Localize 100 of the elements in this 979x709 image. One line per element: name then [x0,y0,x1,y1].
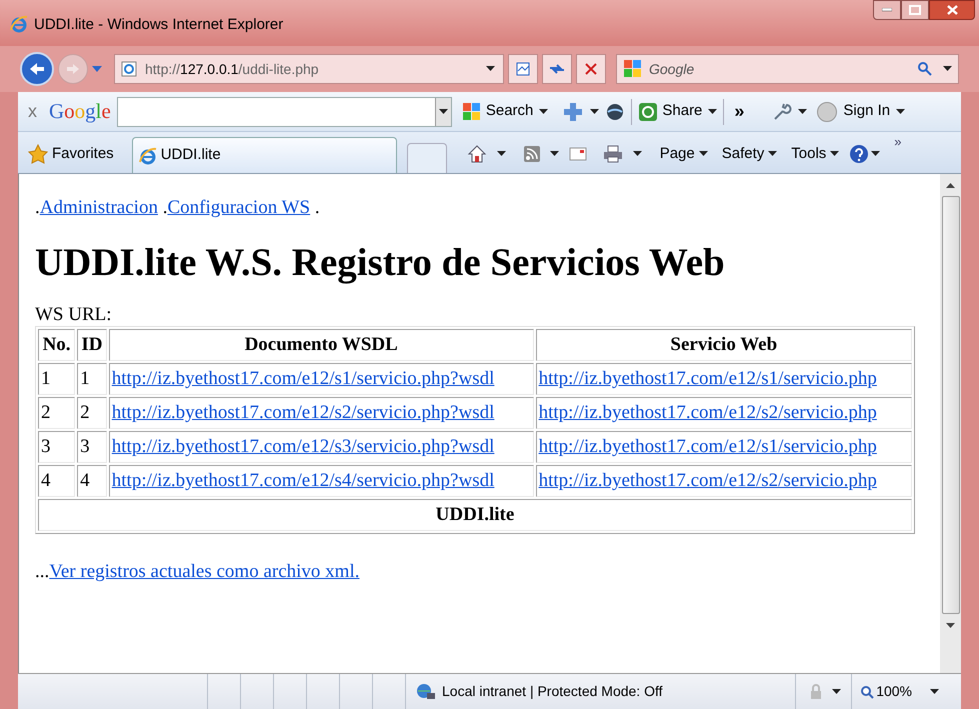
page-heading: UDDI.lite W.S. Registro de Servicios Web [35,240,726,286]
globe-icon[interactable] [605,102,626,122]
table-footer: UDDI.lite [38,499,912,531]
dropdown-arrow-icon[interactable] [930,688,939,694]
dropdown-arrow-icon[interactable] [768,151,778,157]
dropdown-arrow-icon[interactable] [590,108,600,114]
address-text: http://127.0.0.1/uddi-lite.php [145,60,319,79]
close-icon [946,5,958,15]
link-cell[interactable]: http://iz.byethost17.com/e12/s1/servicio.php [536,363,912,395]
window-title: UDDI.lite - Windows Internet Explorer [34,15,284,35]
star-icon [28,144,48,164]
search-icon[interactable] [917,61,933,77]
nav-text: .Administracion .Configuracion WS . [35,196,321,220]
table-cell: 4 [77,465,107,497]
search-button[interactable]: Search [462,100,534,123]
ws-url-label: WS URL: [35,304,113,326]
close-toolbar-button[interactable]: x [28,98,37,125]
avatar-icon [817,102,838,122]
table-cell: 2 [77,397,107,429]
dropdown-arrow-icon[interactable] [632,151,642,157]
google-logo-icon [462,102,482,122]
table-cell: 3 [38,431,76,463]
share-button[interactable]: Share [638,100,702,123]
dropdown-arrow-icon[interactable] [438,108,448,114]
column-header: No. [38,329,76,361]
dropdown-arrow-icon[interactable] [832,688,842,694]
footer-text: ...Ver registros actuales como archivo xml. [35,560,360,584]
dropdown-arrow-icon[interactable] [539,108,548,114]
overflow-button[interactable]: » [894,135,902,149]
link-cell[interactable]: http://iz.byethost17.com/e12/s2/servicio.php [536,465,912,497]
column-header: ID [77,329,107,361]
close-button[interactable] [929,0,975,20]
scrollbar[interactable] [940,174,961,673]
column-header: Servicio Web [536,329,912,361]
stop-icon [585,63,597,75]
back-button[interactable] [20,52,54,86]
table-cell: 3 [77,431,107,463]
dropdown-arrow-icon[interactable] [698,151,708,157]
google-logo-icon [623,59,643,79]
dropdown-arrow-icon[interactable] [486,66,495,72]
table-cell: 1 [77,363,107,395]
refresh-button[interactable] [542,54,572,84]
page-icon [121,61,137,77]
dropdown-arrow-icon[interactable] [896,108,906,114]
link-cell[interactable]: http://iz.byethost17.com/e12/s2/servicio.php?wsdl [108,397,534,429]
dropdown-arrow-icon[interactable] [830,151,840,157]
link-cell[interactable]: http://iz.byethost17.com/e12/s4/servicio.php?wsdl [108,465,534,497]
back-arrow-icon [29,62,45,76]
menu-button[interactable]: Page [660,142,708,166]
scroll-down-icon[interactable] [946,622,955,628]
nav-link[interactable]: Administracion [40,197,158,218]
dropdown-arrow-icon[interactable] [708,108,718,114]
xml-link[interactable]: Ver registros actuales como archivo xml. [49,561,360,582]
search-input[interactable]: Google [649,58,917,80]
dropdown-arrow-icon[interactable] [943,66,952,72]
globe-computer-icon [416,682,436,700]
minimize-button[interactable] [873,0,901,20]
minimize-icon [882,8,892,12]
sign-in-button[interactable]: Sign In [817,100,890,123]
table-cell: 2 [38,397,76,429]
link-cell[interactable]: http://iz.byethost17.com/e12/s3/servicio.php?wsdl [108,431,534,463]
google-search-field[interactable] [116,96,452,126]
scroll-up-icon[interactable] [946,182,955,188]
compatibility-button[interactable] [508,54,538,84]
more-button[interactable]: » [734,98,744,125]
link-cell[interactable]: http://iz.byethost17.com/e12/s1/servicio.php [536,431,912,463]
zoom-button[interactable]: 100% [851,674,961,709]
browser-logo-icon [10,15,28,33]
menu-button[interactable]: Tools [791,142,840,166]
stop-button[interactable] [576,54,606,84]
dropdown-arrow-icon[interactable] [550,151,559,157]
home-icon[interactable] [466,144,487,164]
printer-icon[interactable] [602,145,623,163]
help-icon [849,144,870,164]
browser-logo-icon [138,146,157,164]
security-zone-text: Local intranet | Protected Mode: Off [442,682,662,701]
dropdown-arrow-icon[interactable] [496,151,506,157]
google-logo: Google [49,98,111,125]
menu-button[interactable]: Safety [722,142,778,166]
maximize-button[interactable] [901,0,929,20]
maximize-icon [909,5,921,15]
magnifier-icon [860,684,874,698]
browser-tab[interactable]: UDDI.lite [132,137,397,173]
forward-arrow-icon [66,63,80,75]
column-header: Documento WSDL [108,329,534,361]
help-button[interactable] [849,144,880,164]
table-cell: 4 [38,465,76,497]
nav-link[interactable]: Configuracion WS [167,197,310,218]
plus-icon[interactable] [562,100,584,122]
dropdown-arrow-icon[interactable] [798,108,808,114]
link-cell[interactable]: http://iz.byethost17.com/e12/s2/servicio.php [536,397,912,429]
feed-icon[interactable] [524,146,540,162]
search-field[interactable]: Google [616,54,959,84]
mail-icon[interactable] [568,147,587,161]
refresh-icon [548,62,566,76]
link-cell[interactable]: http://iz.byethost17.com/e12/s1/servicio.php?wsdl [108,363,534,395]
dropdown-arrow-icon[interactable] [871,151,880,157]
address-field[interactable]: http://127.0.0.1/uddi-lite.php [114,54,504,84]
scroll-thumb[interactable] [942,196,960,614]
favorites-button[interactable]: Favorites [28,135,114,173]
